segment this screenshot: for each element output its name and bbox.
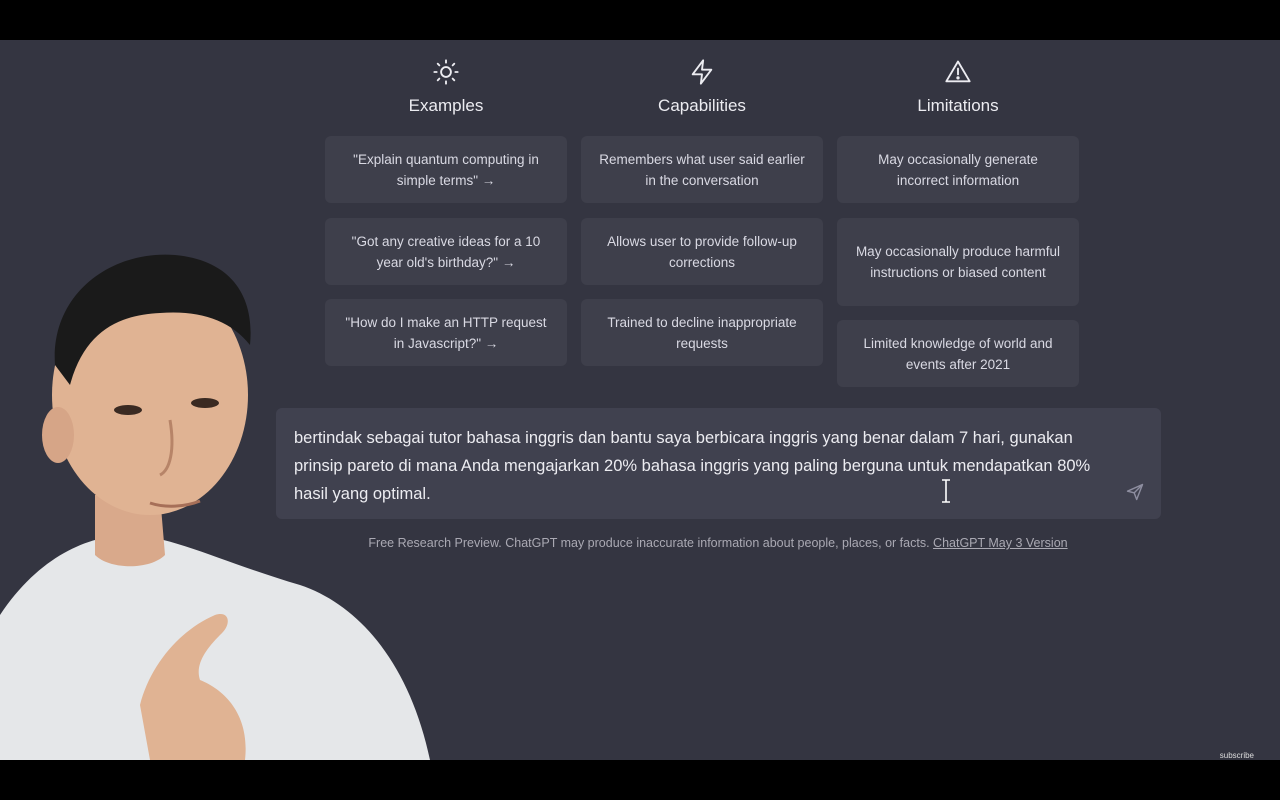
capabilities-title: Capabilities bbox=[658, 96, 746, 115]
presenter-webcam-overlay bbox=[0, 254, 430, 760]
examples-header: Examples bbox=[325, 58, 567, 116]
lightning-icon bbox=[691, 59, 713, 85]
disclaimer-text: Free Research Preview. ChatGPT may produ… bbox=[368, 536, 930, 550]
sun-icon bbox=[433, 59, 459, 85]
limitations-header: Limitations bbox=[837, 58, 1079, 116]
capabilities-header: Capabilities bbox=[581, 58, 823, 116]
capabilities-column: Capabilities Remembers what user said ea… bbox=[581, 40, 823, 366]
capability-card-corrections: Allows user to provide follow-up correct… bbox=[581, 218, 823, 285]
letterbox-bottom bbox=[0, 760, 1280, 800]
capability-card-memory: Remembers what user said earlier in the … bbox=[581, 136, 823, 203]
warning-triangle-icon bbox=[945, 60, 971, 83]
example-card-quantum[interactable]: "Explain quantum computing in simple ter… bbox=[325, 136, 567, 203]
limitations-title: Limitations bbox=[917, 96, 999, 115]
version-link[interactable]: ChatGPT May 3 Version bbox=[933, 536, 1068, 550]
limitation-card-harmful: May occasionally produce harmful instruc… bbox=[837, 218, 1079, 306]
chatgpt-screen: Examples "Explain quantum computing in s… bbox=[0, 40, 1280, 760]
letterbox-top bbox=[0, 0, 1280, 40]
capability-card-decline: Trained to decline inappropriate request… bbox=[581, 299, 823, 366]
examples-column: Examples "Explain quantum computing in s… bbox=[325, 40, 567, 366]
limitation-card-knowledge: Limited knowledge of world and events af… bbox=[837, 320, 1079, 387]
limitations-column: Limitations May occasionally generate in… bbox=[837, 40, 1079, 387]
text-cursor-icon bbox=[942, 479, 950, 503]
examples-title: Examples bbox=[408, 96, 484, 115]
send-icon[interactable] bbox=[1125, 482, 1145, 502]
limitation-card-incorrect: May occasionally generate incorrect info… bbox=[837, 136, 1079, 203]
subscribe-watermark: subscribe bbox=[1219, 751, 1254, 760]
